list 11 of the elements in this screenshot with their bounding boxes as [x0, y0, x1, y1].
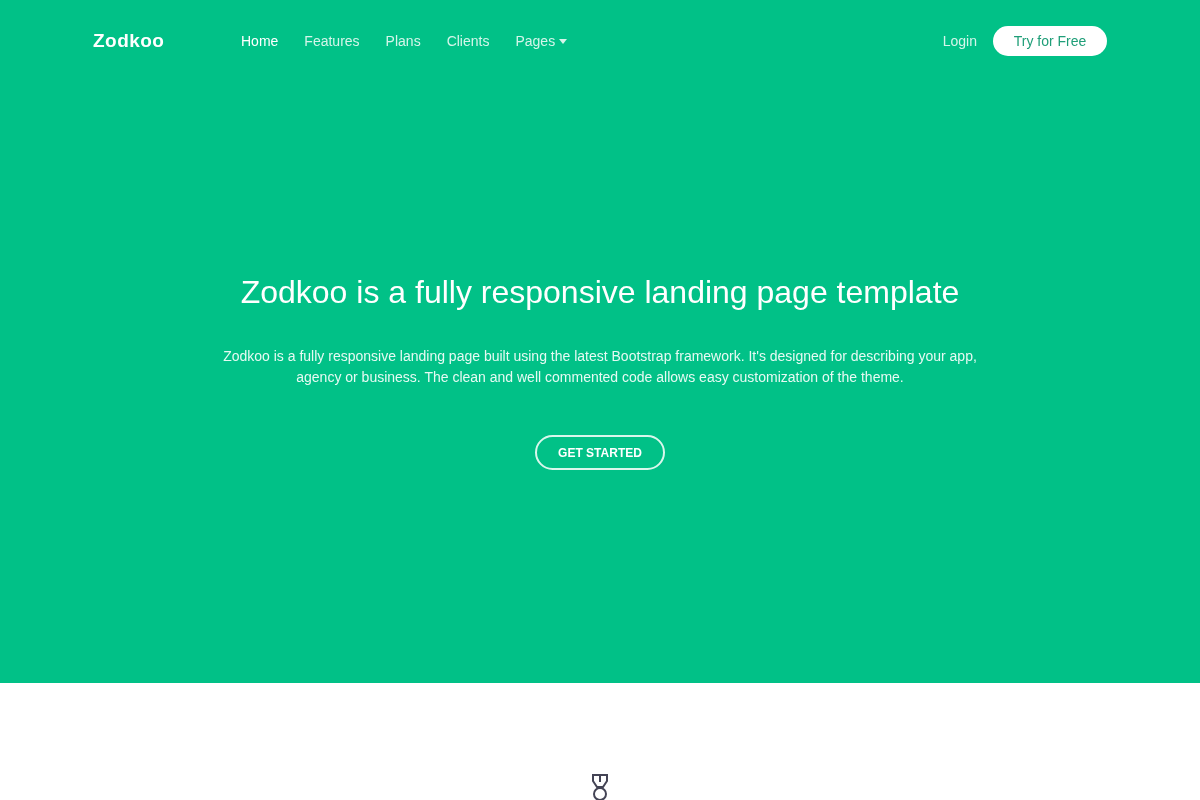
hero-title: Zodkoo is a fully responsive landing page template	[240, 273, 960, 312]
login-link[interactable]: Login	[942, 30, 977, 52]
nav-link[interactable]: Features	[304, 30, 360, 52]
hero-text: Zodkoo is a fully responsive landing page built using the latest Bootstrap framework. It's designed for describing your app, agency or business. The clean and well commented code allows easy customization of the theme.	[222, 347, 978, 387]
try-free-button[interactable]: Try for Free	[993, 26, 1107, 56]
get-started-button[interactable]: GET STARTED	[535, 435, 665, 470]
brand-logo[interactable]: Zodkoo	[93, 26, 241, 56]
nav-link[interactable]: Plans	[385, 30, 421, 52]
nav-link[interactable]: Home	[241, 30, 279, 52]
nav-link[interactable]: Clients	[446, 30, 490, 52]
nav-link[interactable]: Pages	[515, 30, 568, 52]
